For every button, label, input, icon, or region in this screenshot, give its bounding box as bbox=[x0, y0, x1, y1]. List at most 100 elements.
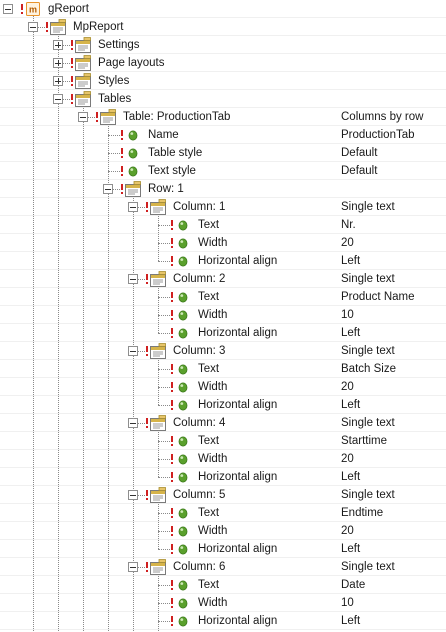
required-marker-icon bbox=[171, 256, 173, 267]
form-icon bbox=[75, 37, 91, 53]
tree-node-value: 20 bbox=[341, 237, 354, 249]
tree-node-value: Single text bbox=[341, 489, 395, 501]
required-marker-icon bbox=[146, 202, 148, 213]
tree-node-table-style[interactable]: Table style Default bbox=[0, 144, 446, 162]
required-marker-icon bbox=[171, 238, 173, 249]
tree-node-styles[interactable]: Styles bbox=[0, 72, 446, 90]
row-background bbox=[0, 162, 446, 180]
collapse-icon[interactable] bbox=[128, 346, 138, 356]
collapse-icon[interactable] bbox=[128, 202, 138, 212]
tree-node-label: Width bbox=[198, 237, 228, 249]
tree-node-row-1[interactable]: Row: 1 bbox=[0, 180, 446, 198]
collapse-icon[interactable] bbox=[53, 94, 63, 104]
tree-node-width[interactable]: Width 20 bbox=[0, 378, 446, 396]
tree-node-column-5[interactable]: Column: 5 Single text bbox=[0, 486, 446, 504]
tree-node-width[interactable]: Width 20 bbox=[0, 450, 446, 468]
report-tree-view[interactable]: m gReport MpReport Settings Page layouts Styl… bbox=[0, 0, 446, 631]
tree-branch-line bbox=[158, 333, 170, 334]
tree-node-page-layouts[interactable]: Page layouts bbox=[0, 54, 446, 72]
tree-node-column-1[interactable]: Column: 1 Single text bbox=[0, 198, 446, 216]
tree-node-horizontal-align[interactable]: Horizontal align Left bbox=[0, 540, 446, 558]
tree-node-name[interactable]: Name ProductionTab bbox=[0, 126, 446, 144]
expand-icon[interactable] bbox=[53, 76, 63, 86]
property-icon bbox=[175, 379, 191, 395]
tree-node-column-3[interactable]: Column: 3 Single text bbox=[0, 342, 446, 360]
tree-node-label: Text bbox=[198, 363, 220, 375]
tree-node-width[interactable]: Width 20 bbox=[0, 522, 446, 540]
tree-node-label: Tables bbox=[98, 93, 132, 105]
tree-node-label: Horizontal align bbox=[198, 615, 278, 627]
form-icon bbox=[75, 73, 91, 89]
tree-node-text[interactable]: Text Endtime bbox=[0, 504, 446, 522]
collapse-icon[interactable] bbox=[78, 112, 88, 122]
required-marker-icon bbox=[171, 544, 173, 555]
tree-node-label: Column: 1 bbox=[173, 201, 226, 213]
required-marker-icon bbox=[146, 346, 148, 357]
tree-node-column-6[interactable]: Column: 6 Single text bbox=[0, 558, 446, 576]
row-background bbox=[0, 144, 446, 162]
form-icon bbox=[150, 415, 166, 431]
tree-node-column-4[interactable]: Column: 4 Single text bbox=[0, 414, 446, 432]
collapse-icon[interactable] bbox=[3, 4, 13, 14]
collapse-icon[interactable] bbox=[28, 22, 38, 32]
tree-node-width[interactable]: Width 20 bbox=[0, 234, 446, 252]
tree-node-value: Columns by row bbox=[341, 111, 424, 123]
tree-node-value: Single text bbox=[341, 417, 395, 429]
tree-node-value: Left bbox=[341, 255, 361, 267]
row-background bbox=[0, 576, 446, 594]
expand-icon[interactable] bbox=[53, 40, 63, 50]
tree-node-horizontal-align[interactable]: Horizontal align Left bbox=[0, 612, 446, 630]
required-marker-icon bbox=[146, 490, 148, 501]
required-marker-icon bbox=[171, 220, 173, 231]
tree-node-value: 10 bbox=[341, 597, 354, 609]
collapse-icon[interactable] bbox=[103, 184, 113, 194]
tree-node-value: 10 bbox=[341, 309, 354, 321]
tree-node-text[interactable]: Text Starttime bbox=[0, 432, 446, 450]
tree-branch-line bbox=[158, 387, 170, 388]
tree-node-greport[interactable]: m gReport bbox=[0, 0, 446, 18]
expand-icon[interactable] bbox=[53, 58, 63, 68]
tree-node-column-2[interactable]: Column: 2 Single text bbox=[0, 270, 446, 288]
property-icon bbox=[175, 523, 191, 539]
collapse-icon[interactable] bbox=[128, 274, 138, 284]
collapse-icon[interactable] bbox=[128, 490, 138, 500]
form-icon bbox=[100, 109, 116, 125]
tree-node-horizontal-align[interactable]: Horizontal align Left bbox=[0, 252, 446, 270]
tree-node-text-style[interactable]: Text style Default bbox=[0, 162, 446, 180]
tree-node-label: Page layouts bbox=[98, 57, 165, 69]
property-icon bbox=[175, 595, 191, 611]
tree-node-table-productiontab[interactable]: Table: ProductionTab Columns by row bbox=[0, 108, 446, 126]
row-background bbox=[0, 18, 446, 36]
collapse-icon[interactable] bbox=[128, 562, 138, 572]
property-icon bbox=[175, 361, 191, 377]
tree-node-text[interactable]: Text Nr. bbox=[0, 216, 446, 234]
required-marker-icon bbox=[171, 400, 173, 411]
tree-node-label: Horizontal align bbox=[198, 471, 278, 483]
required-marker-icon bbox=[171, 508, 173, 519]
tree-branch-line bbox=[158, 405, 170, 406]
required-marker-icon bbox=[171, 436, 173, 447]
tree-node-text[interactable]: Text Batch Size bbox=[0, 360, 446, 378]
tree-branch-line bbox=[108, 135, 120, 136]
required-marker-icon bbox=[171, 598, 173, 609]
tree-node-value: Nr. bbox=[341, 219, 356, 231]
required-marker-icon bbox=[121, 184, 123, 195]
tree-node-width[interactable]: Width 10 bbox=[0, 306, 446, 324]
tree-node-horizontal-align[interactable]: Horizontal align Left bbox=[0, 396, 446, 414]
tree-node-label: MpReport bbox=[73, 21, 124, 33]
tree-branch-line bbox=[158, 585, 170, 586]
tree-node-width[interactable]: Width 10 bbox=[0, 594, 446, 612]
tree-node-text[interactable]: Text Date bbox=[0, 576, 446, 594]
tree-node-horizontal-align[interactable]: Horizontal align Left bbox=[0, 468, 446, 486]
tree-node-horizontal-align[interactable]: Horizontal align Left bbox=[0, 324, 446, 342]
tree-node-mpreport[interactable]: MpReport bbox=[0, 18, 446, 36]
tree-node-settings[interactable]: Settings bbox=[0, 36, 446, 54]
form-icon bbox=[50, 19, 66, 35]
tree-node-tables[interactable]: Tables bbox=[0, 90, 446, 108]
tree-branch-line bbox=[158, 513, 170, 514]
tree-node-text[interactable]: Text Product Name bbox=[0, 288, 446, 306]
tree-branch-line bbox=[108, 153, 120, 154]
required-marker-icon bbox=[146, 562, 148, 573]
property-icon bbox=[175, 289, 191, 305]
collapse-icon[interactable] bbox=[128, 418, 138, 428]
